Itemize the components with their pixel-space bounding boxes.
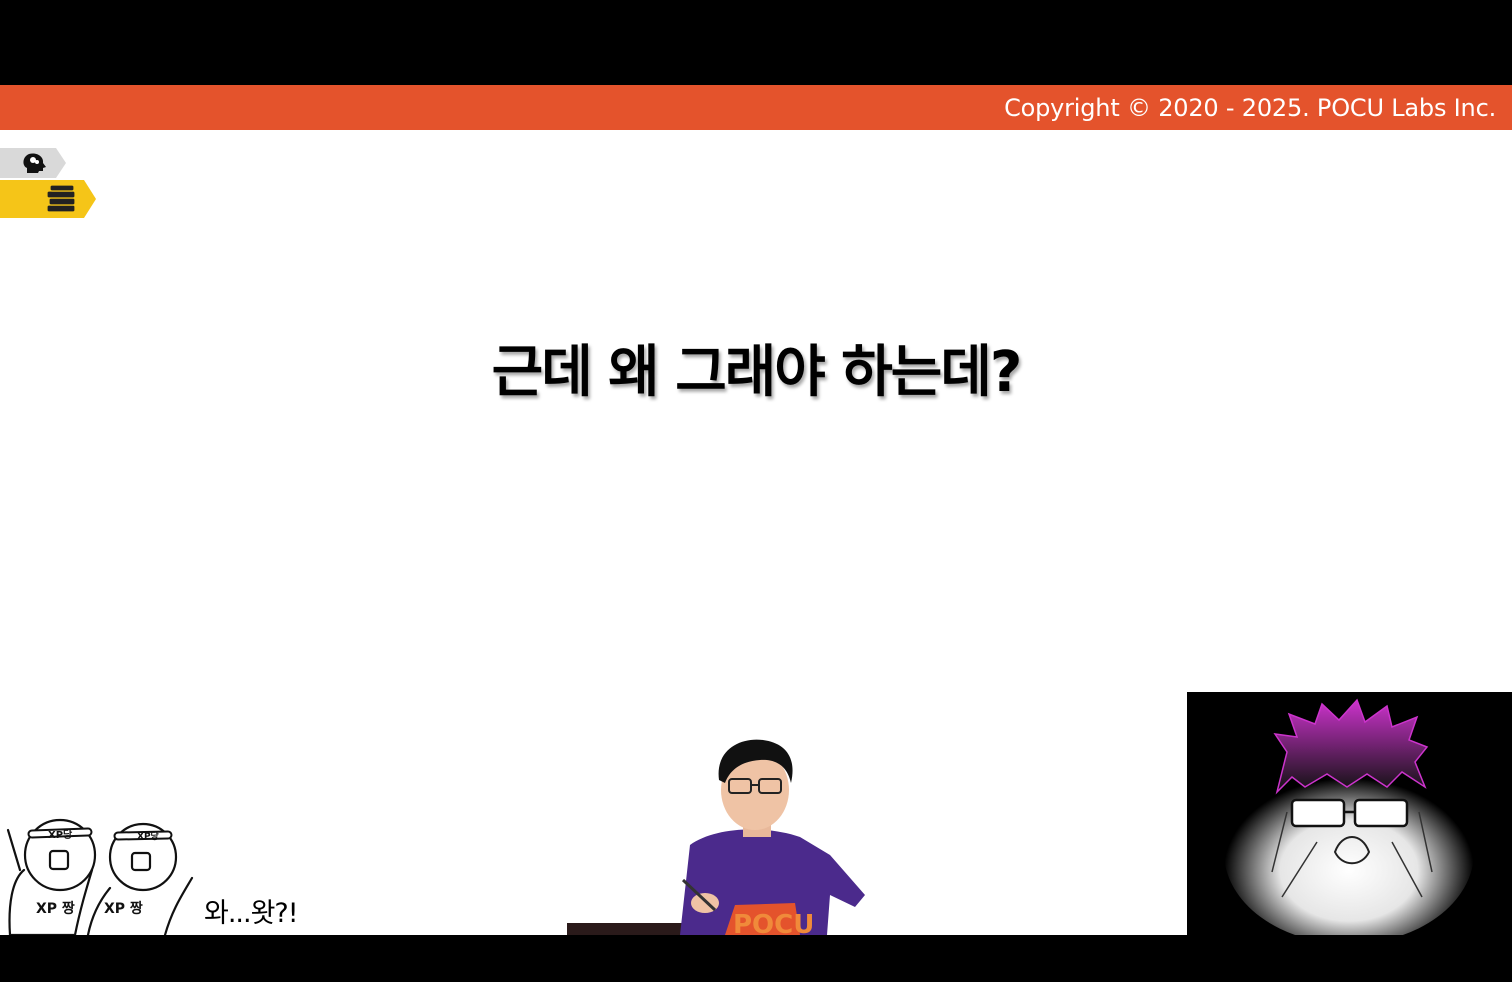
shirt-label-2: XP 짱 [104, 900, 143, 917]
copyright-text: Copyright © 2020 - 2025. POCU Labs Inc. [1004, 93, 1496, 122]
pip-character-panel [1187, 692, 1512, 935]
presenter-video: POCU [567, 739, 865, 935]
video-letterbox-bottom [0, 935, 1512, 982]
side-tag-yellow [0, 180, 96, 218]
side-tag-grey [0, 148, 66, 178]
slide-title: 근데 왜 그래야 하는데? [491, 340, 1023, 405]
video-letterbox-top [0, 0, 1512, 85]
book-stack-icon [46, 184, 76, 213]
cartoon-caption: 와...왓?! [204, 898, 299, 929]
shirt-label-1: XP 짱 [36, 900, 75, 917]
headband-label-1: XP당 [48, 828, 73, 841]
headband-label-2: XP당 [137, 830, 160, 842]
copyright-banner: Copyright © 2020 - 2025. POCU Labs Inc. [0, 85, 1512, 130]
lecture-slide: Copyright © 2020 - 2025. POCU Labs Inc. … [0, 85, 1512, 935]
cartoon-xp-fans: XP당 XP당 XP 짱 XP 짱 [6, 818, 194, 935]
presenter-shirt-text: POCU [733, 910, 814, 935]
